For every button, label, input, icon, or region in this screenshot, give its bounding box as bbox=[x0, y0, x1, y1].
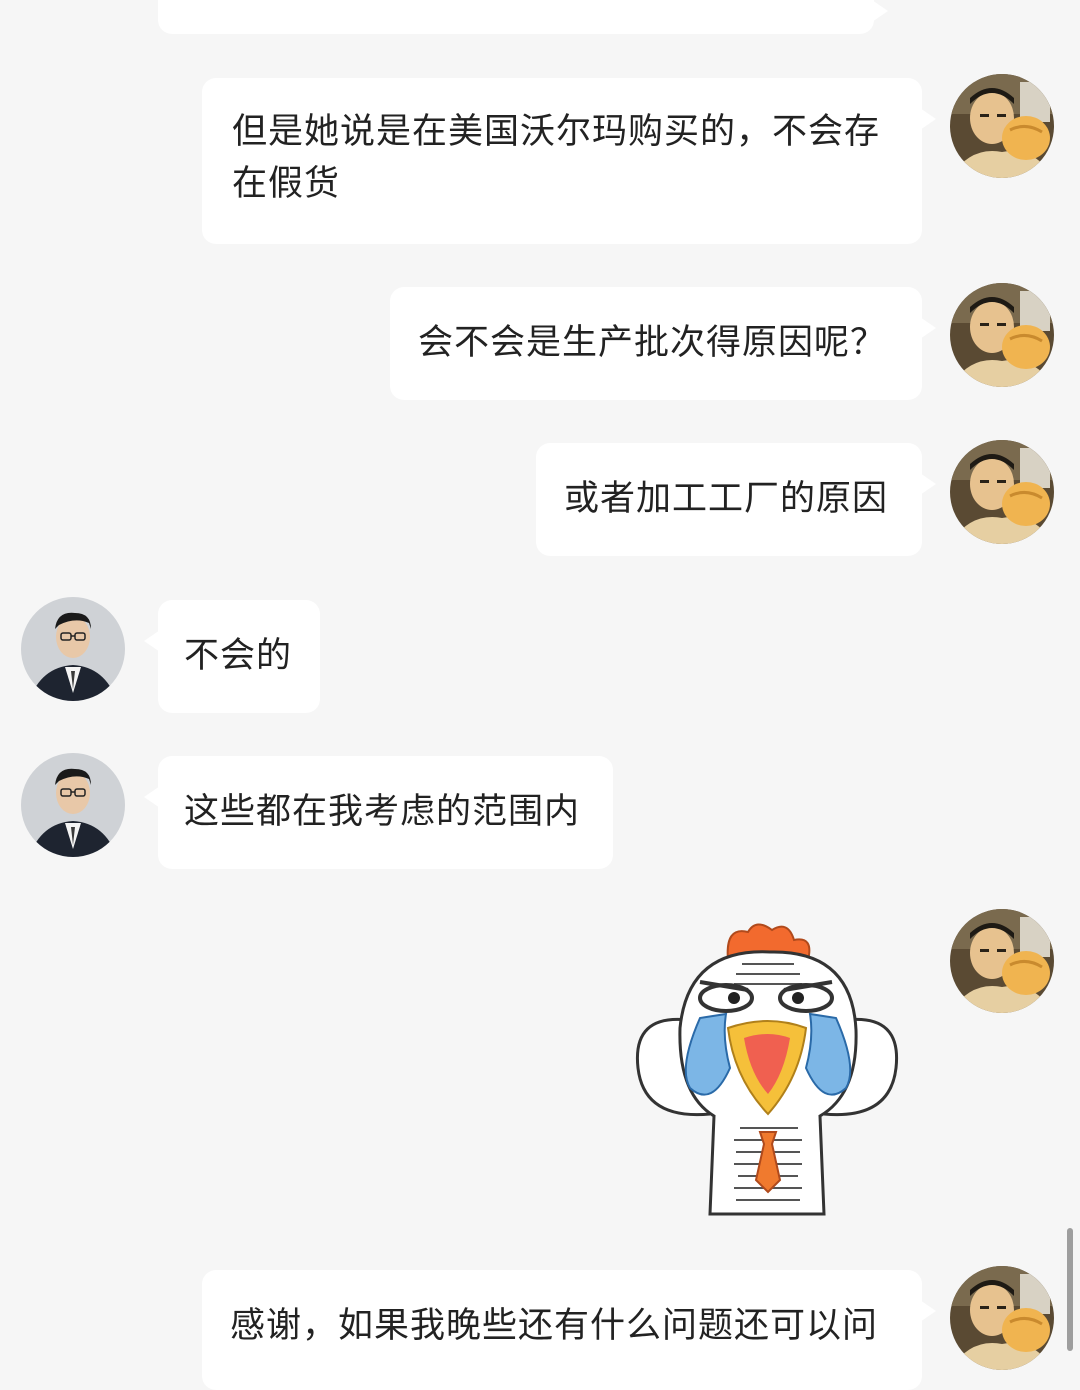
agent-avatar[interactable] bbox=[21, 597, 125, 701]
chat-bubble-outgoing[interactable]: 但是她说是在美国沃尔玛购买的，不会存在假货 bbox=[202, 78, 936, 244]
message-text: 或者加工工厂的原因 bbox=[564, 479, 889, 519]
user-avatar[interactable] bbox=[950, 1266, 1054, 1370]
message-text: 会不会是生产批次得原因呢？ bbox=[418, 323, 887, 363]
user-avatar[interactable] bbox=[950, 74, 1054, 178]
message-text: 但是她说是在美国沃尔玛购买的，不会存在假货 bbox=[232, 112, 881, 204]
message-text: 这些都在我考虑的范围内 bbox=[184, 792, 581, 832]
chat-bubble-incoming[interactable]: 这些都在我考虑的范围内 bbox=[144, 756, 613, 869]
scrollbar[interactable] bbox=[1067, 1228, 1073, 1351]
agent-avatar[interactable] bbox=[21, 753, 125, 857]
chat-bubble-incoming[interactable]: 不会的 bbox=[144, 600, 320, 713]
chat-bubble-outgoing[interactable] bbox=[158, 0, 888, 34]
user-avatar[interactable] bbox=[950, 909, 1054, 1013]
chat-bubble-outgoing[interactable]: 感谢，如果我晚些还有什么问题还可以问 bbox=[202, 1270, 936, 1390]
message-text: 感谢，如果我晚些还有什么问题还可以问 bbox=[230, 1306, 879, 1346]
chat-bubble-outgoing[interactable]: 会不会是生产批次得原因呢？ bbox=[390, 287, 936, 400]
crying-chicken-sticker[interactable] bbox=[630, 918, 905, 1218]
chat-bubble-outgoing[interactable]: 或者加工工厂的原因 bbox=[536, 443, 936, 556]
message-text: 不会的 bbox=[184, 636, 293, 676]
user-avatar[interactable] bbox=[950, 283, 1054, 387]
user-avatar[interactable] bbox=[950, 440, 1054, 544]
